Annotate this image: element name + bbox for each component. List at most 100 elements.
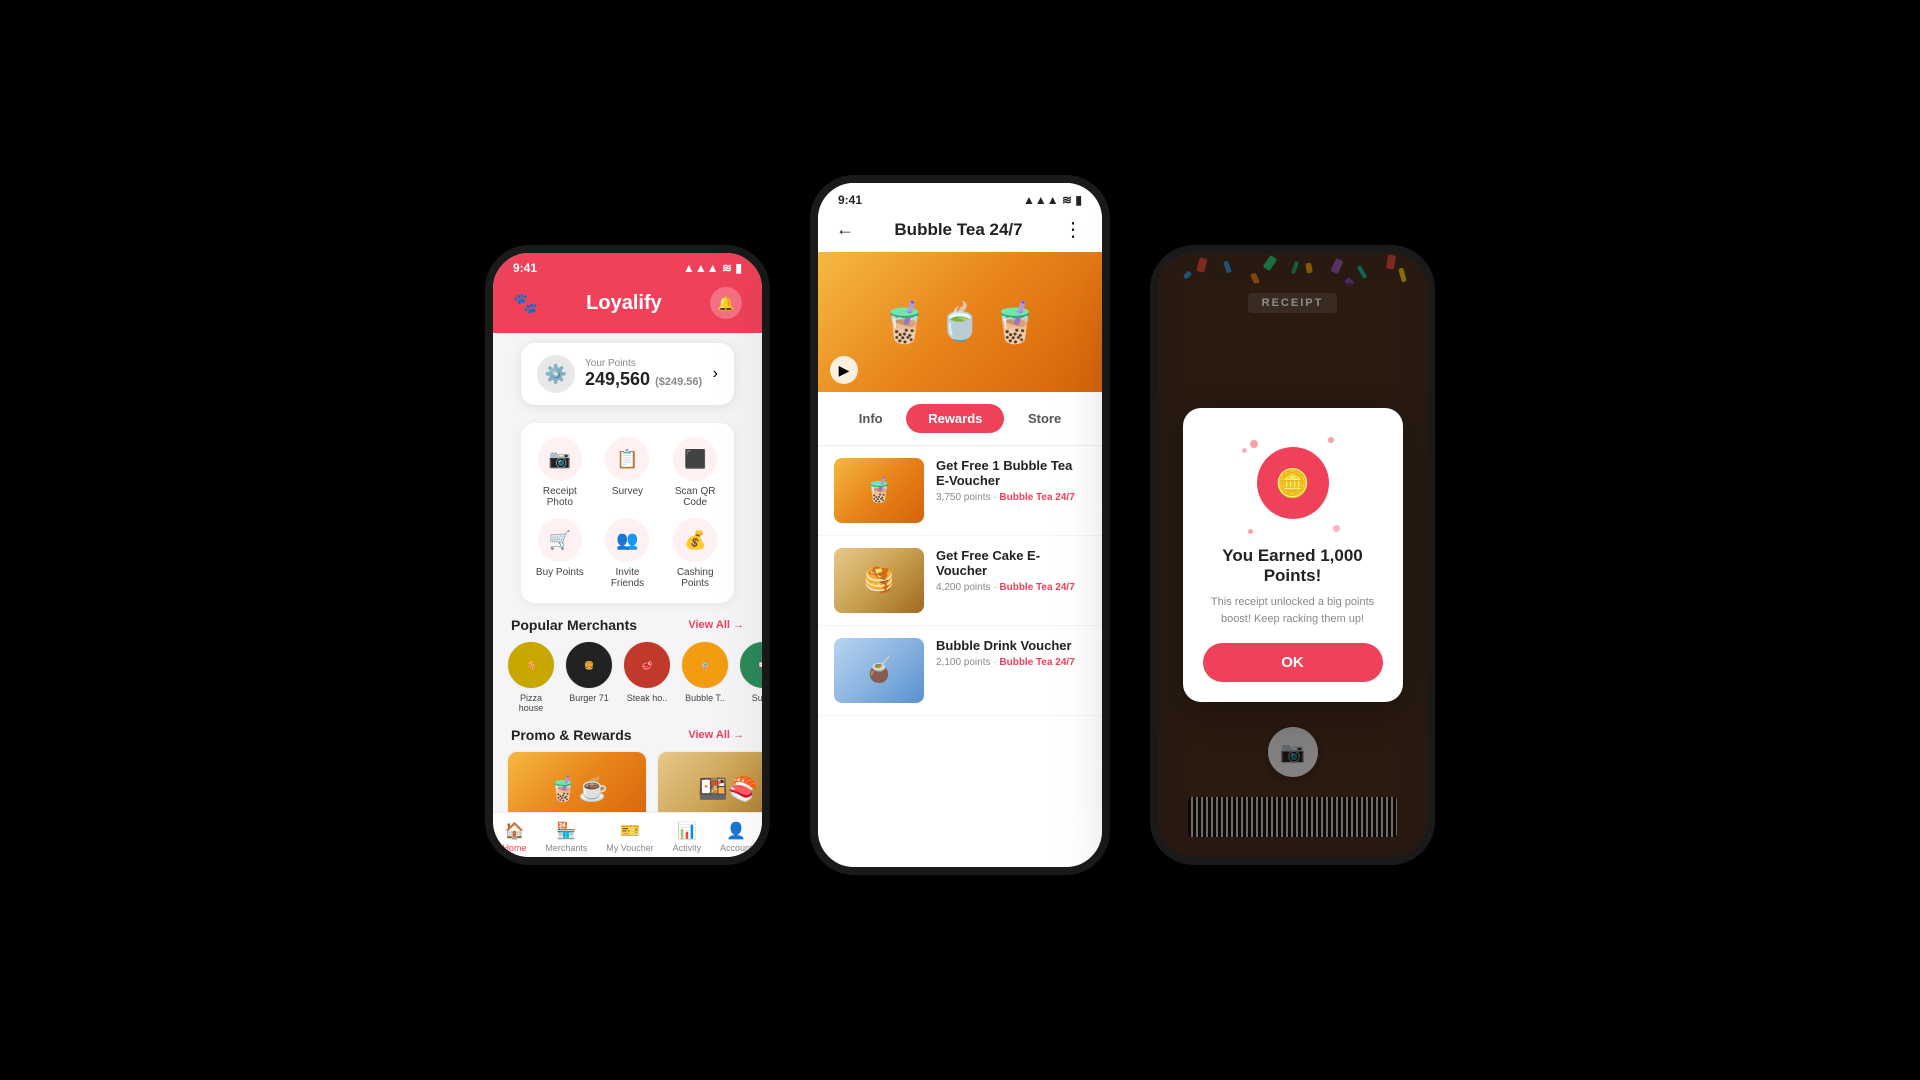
signal-1: ▲▲▲ ≋ ▮ xyxy=(683,261,742,275)
reward-item-1[interactable]: 🧋 Get Free 1 Bubble Tea E-Voucher 3,750 … xyxy=(818,446,1102,536)
merchants-icon: 🏪 xyxy=(556,821,576,841)
phone-merchant: 9:41 ▲▲▲ ≋ ▮ ← Bubble Tea 24/7 ⋮ 🧋 🍵 🧋 ▶… xyxy=(810,175,1110,875)
reward-title-2: Get Free Cake E-Voucher xyxy=(936,548,1086,578)
nav-account[interactable]: 👤 Account xyxy=(720,821,753,853)
action-buy-points[interactable]: 🛒 Buy Points xyxy=(531,518,589,589)
action-receipt-photo[interactable]: 📷 Receipt Photo xyxy=(531,437,589,508)
nav-home[interactable]: 🏠 Home xyxy=(502,821,526,853)
promo-rewards-header: Promo & Rewards View All → xyxy=(493,723,762,751)
reward-img-1: 🧋 xyxy=(834,458,924,523)
promo-rewards-title: Promo & Rewards xyxy=(511,727,632,743)
reward-title-3: Bubble Drink Voucher xyxy=(936,638,1086,653)
dot-1 xyxy=(1250,440,1258,448)
tab-store[interactable]: Store xyxy=(1006,404,1083,433)
reward-img-2: 🥞 xyxy=(834,548,924,613)
home-icon: 🏠 xyxy=(504,821,524,841)
quick-actions: 📷 Receipt Photo 📋 Survey ⬛ Scan QR Code … xyxy=(521,423,734,603)
rewards-list: 🧋 Get Free 1 Bubble Tea E-Voucher 3,750 … xyxy=(818,446,1102,716)
reward-item-3[interactable]: 🧉 Bubble Drink Voucher 2,100 points · Bu… xyxy=(818,626,1102,716)
nav-voucher[interactable]: 🎫 My Voucher xyxy=(606,821,654,853)
cash-icon: 💰 xyxy=(673,518,717,562)
merchant-avatar-bubble: 🧋 xyxy=(681,641,729,689)
merchant-title: Bubble Tea 24/7 xyxy=(894,220,1022,240)
phones-container: 9:41 ▲▲▲ ≋ ▮ 🐾 Loyalify 🔔 ⚙️ Your Points xyxy=(485,205,1435,875)
tab-rewards[interactable]: Rewards xyxy=(906,404,1004,433)
phone1-content: ⚙️ Your Points 249,560 ($249.56) › xyxy=(493,333,762,865)
merchant-pizza[interactable]: 🍕 Pizza house xyxy=(507,641,555,713)
nav-activity-label: Activity xyxy=(673,843,702,853)
merchant-avatar-pizza: 🍕 xyxy=(507,641,555,689)
popular-merchants-header: Popular Merchants View All → xyxy=(493,613,762,641)
invite-icon: 👥 xyxy=(605,518,649,562)
dot-4 xyxy=(1333,525,1340,532)
reward-meta-2: 4,200 points · Bubble Tea 24/7 xyxy=(936,582,1086,593)
app-header: 🐾 Loyalify 🔔 xyxy=(493,279,762,333)
merchant-avatar-sushi: 🍱 xyxy=(739,641,762,689)
nav-voucher-label: My Voucher xyxy=(606,843,654,853)
points-label: Your Points xyxy=(585,358,702,369)
merchant-name-bubble: Bubble T.. xyxy=(685,693,725,703)
merchant-burger[interactable]: 🍔 Burger 71 xyxy=(565,641,613,713)
bottom-nav: 🏠 Home 🏪 Merchants 🎫 My Voucher 📊 Activi… xyxy=(493,812,762,857)
bell-button[interactable]: 🔔 xyxy=(710,287,742,319)
promo-rewards-view-all[interactable]: View All → xyxy=(688,729,744,741)
merchant-avatar-burger: 🍔 xyxy=(565,641,613,689)
back-button[interactable]: ← xyxy=(836,219,854,240)
reward-meta-1: 3,750 points · Bubble Tea 24/7 xyxy=(936,492,1086,503)
tab-info[interactable]: Info xyxy=(837,404,905,433)
nav-home-label: Home xyxy=(502,843,526,853)
action-label-cashing: Cashing Points xyxy=(666,567,724,589)
modal-description: This receipt unlocked a big points boost… xyxy=(1203,594,1383,627)
action-scan-qr[interactable]: ⬛ Scan QR Code xyxy=(666,437,724,508)
nav-account-label: Account xyxy=(720,843,753,853)
account-icon: 👤 xyxy=(726,821,746,841)
phone-home: 9:41 ▲▲▲ ≋ ▮ 🐾 Loyalify 🔔 ⚙️ Your Points xyxy=(485,245,770,865)
merchant-sushi[interactable]: 🍱 Sushi xyxy=(739,641,762,713)
dot-5 xyxy=(1248,529,1253,534)
phone-scanner: RECEIPT 📷 🪙 xyxy=(1150,245,1435,865)
action-label-survey: Survey xyxy=(612,486,643,497)
action-invite-friends[interactable]: 👥 Invite Friends xyxy=(599,518,657,589)
reward-title-1: Get Free 1 Bubble Tea E-Voucher xyxy=(936,458,1086,488)
phone2-content: 9:41 ▲▲▲ ≋ ▮ ← Bubble Tea 24/7 ⋮ 🧋 🍵 🧋 ▶… xyxy=(818,183,1102,841)
nav-merchants[interactable]: 🏪 Merchants xyxy=(545,821,587,853)
activity-icon: 📊 xyxy=(677,821,697,841)
merchant-bubble[interactable]: 🧋 Bubble T.. xyxy=(681,641,729,713)
nav-activity[interactable]: 📊 Activity xyxy=(673,821,702,853)
action-survey[interactable]: 📋 Survey xyxy=(599,437,657,508)
merchant-steak[interactable]: 🥩 Steak ho.. xyxy=(623,641,671,713)
survey-icon: 📋 xyxy=(605,437,649,481)
reward-info-2: Get Free Cake E-Voucher 4,200 points · B… xyxy=(936,548,1086,613)
modal-ok-button[interactable]: OK xyxy=(1203,643,1383,682)
merchant-tabs: Info Rewards Store xyxy=(818,392,1102,446)
scanner-background: RECEIPT 📷 🪙 xyxy=(1158,253,1427,857)
modal-coin-icon: 🪙 xyxy=(1257,447,1329,519)
coin-icon: 🪙 xyxy=(1275,467,1310,500)
reward-info-3: Bubble Drink Voucher 2,100 points · Bubb… xyxy=(936,638,1086,703)
modal-icon-area: 🪙 xyxy=(1238,432,1348,542)
more-button[interactable]: ⋮ xyxy=(1063,217,1084,242)
time-2: 9:41 xyxy=(838,193,862,207)
merchant-hero-image: 🧋 🍵 🧋 ▶ xyxy=(818,252,1102,392)
merchant-name-steak: Steak ho.. xyxy=(627,693,668,703)
action-cashing-points[interactable]: 💰 Cashing Points xyxy=(666,518,724,589)
points-value: 249,560 ($249.56) xyxy=(585,369,702,390)
signal-2: ▲▲▲ ≋ ▮ xyxy=(1023,193,1082,207)
app-title: Loyalify xyxy=(586,292,662,315)
receipt-icon: 📷 xyxy=(538,437,582,481)
status-bar-1: 9:41 ▲▲▲ ≋ ▮ xyxy=(493,253,762,279)
play-button[interactable]: ▶ xyxy=(830,356,858,384)
merchants-list: 🍕 Pizza house 🍔 Burger 71 🥩 Steak ho.. 🧋… xyxy=(493,641,762,723)
modal-overlay: 🪙 You Earned 1,000 Points! This receipt … xyxy=(1158,253,1427,857)
action-label-invite: Invite Friends xyxy=(599,567,657,589)
points-badge-icon: ⚙️ xyxy=(537,355,575,393)
merchant-name-burger: Burger 71 xyxy=(569,693,609,703)
reward-meta-3: 2,100 points · Bubble Tea 24/7 xyxy=(936,657,1086,668)
action-label-scan: Scan QR Code xyxy=(666,486,724,508)
reward-item-2[interactable]: 🥞 Get Free Cake E-Voucher 4,200 points ·… xyxy=(818,536,1102,626)
points-card[interactable]: ⚙️ Your Points 249,560 ($249.56) › xyxy=(521,343,734,405)
bell-icon: 🔔 xyxy=(717,295,734,312)
popular-merchants-view-all[interactable]: View All → xyxy=(688,619,744,631)
time-1: 9:41 xyxy=(513,261,537,275)
earned-points-modal: 🪙 You Earned 1,000 Points! This receipt … xyxy=(1183,408,1403,702)
